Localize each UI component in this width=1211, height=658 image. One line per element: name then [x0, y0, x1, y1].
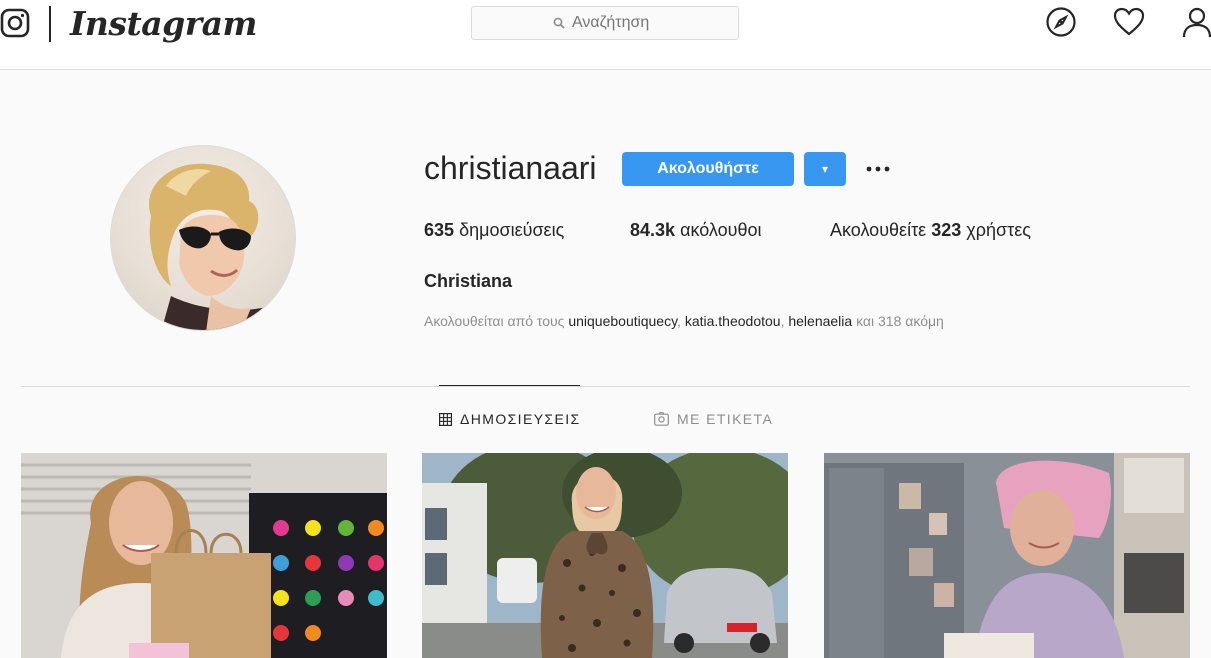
more-options-button[interactable] — [864, 152, 892, 186]
instagram-wordmark[interactable]: Instagram — [70, 4, 257, 43]
profile-username: christianaari — [424, 150, 597, 186]
tab-posts-label: ΔΗΜΟΣΙΕΥΣΕΙΣ — [460, 411, 581, 427]
following-prefix: Ακολουθείτε — [830, 220, 927, 240]
posts-count-stat: 635 δημοσιεύσεις — [424, 220, 564, 241]
profile-full-name: Christiana — [424, 271, 513, 291]
followed-by-account[interactable]: katia.theodotou — [685, 313, 781, 329]
following-stat[interactable]: Ακολουθείτε 323 χρήστες — [830, 220, 1031, 241]
tab-tagged-label: ΜΕ ΕΤΙΚΕΤΑ — [677, 411, 774, 427]
profile-avatar[interactable] — [110, 145, 296, 331]
following-label: χρήστες — [966, 220, 1031, 240]
search-box[interactable] — [471, 6, 739, 40]
chevron-down-icon: ▾ — [821, 162, 829, 176]
heart-icon[interactable] — [1113, 6, 1145, 38]
suggestions-dropdown-button[interactable]: ▾ — [804, 152, 846, 186]
followed-by-account[interactable]: helenaelia — [788, 313, 852, 329]
grid-icon — [439, 412, 452, 426]
followed-by-text[interactable]: Ακολουθείται από τους uniqueboutiquecy, … — [424, 313, 944, 329]
followed-by-prefix: Ακολουθείται από τους — [424, 313, 565, 329]
user-icon[interactable] — [1181, 6, 1211, 38]
posts-count: 635 — [424, 220, 455, 240]
followed-by-suffix: και 318 ακόμη — [856, 313, 944, 329]
following-count: 323 — [931, 220, 962, 240]
more-options-icon — [866, 166, 890, 172]
followers-label: ακόλουθοι — [680, 220, 762, 240]
followers-count: 84.3k — [630, 220, 676, 240]
instagram-glyph-icon[interactable] — [0, 8, 30, 38]
nav-divider — [49, 6, 51, 42]
post-thumbnail[interactable] — [21, 453, 387, 658]
tabs-divider — [21, 386, 1190, 387]
post-thumbnail[interactable] — [422, 453, 788, 658]
followed-by-account[interactable]: uniqueboutiquecy — [568, 313, 677, 329]
posts-label: δημοσιεύσεις — [459, 220, 565, 240]
search-input[interactable] — [572, 14, 657, 32]
tab-tagged[interactable]: ΜΕ ΕΤΙΚΕΤΑ — [654, 411, 773, 427]
search-icon — [553, 17, 565, 29]
post-thumbnail[interactable] — [824, 453, 1190, 658]
followers-stat[interactable]: 84.3k ακόλουθοι — [630, 220, 762, 241]
active-tab-indicator — [439, 385, 580, 386]
follow-button[interactable]: Ακολουθήστε — [622, 152, 794, 186]
compass-icon[interactable] — [1045, 6, 1077, 38]
top-navbar: Instagram — [0, 0, 1211, 70]
tab-posts[interactable]: ΔΗΜΟΣΙΕΥΣΕΙΣ — [439, 411, 581, 427]
tagged-icon — [654, 412, 669, 426]
